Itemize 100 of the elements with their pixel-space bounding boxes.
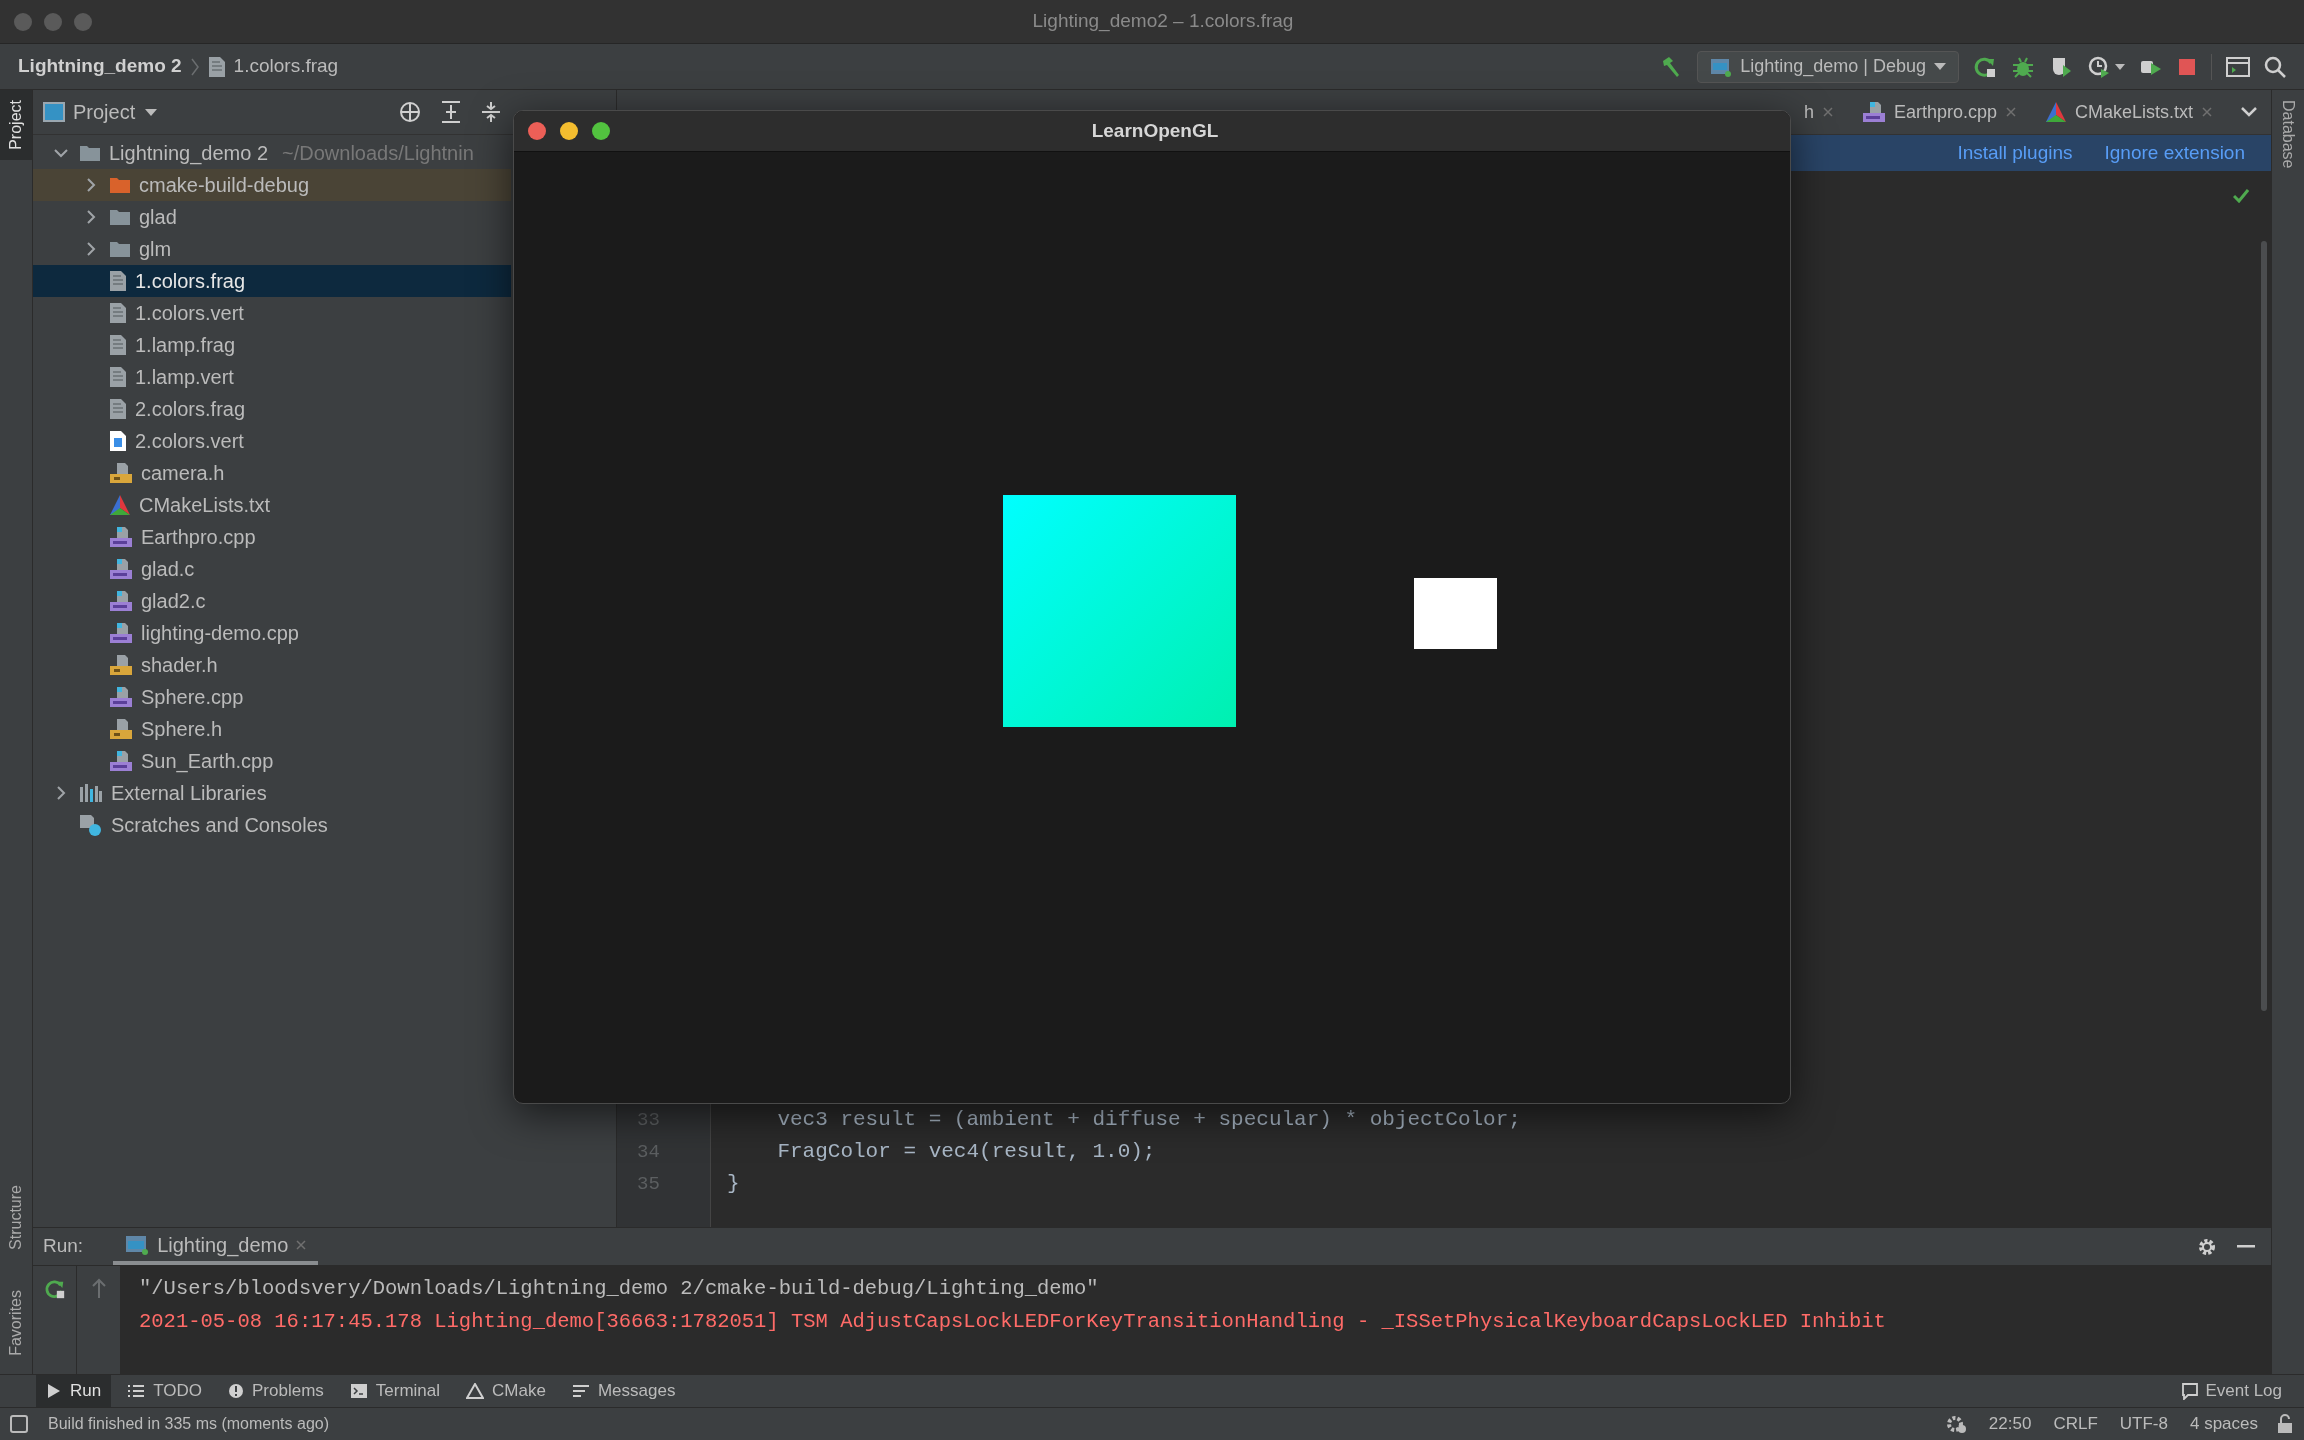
tree-item[interactable]: 1.lamp.vert [33,361,511,393]
folder-icon [109,176,131,194]
tool-window-tab[interactable]: Favorites [0,1280,32,1366]
tree-item[interactable]: 1.colors.frag [33,265,511,297]
tool-window-tab[interactable]: CMake [456,1375,556,1407]
app-icon [1710,56,1733,77]
banner-link[interactable]: Install plugins [1957,138,2073,168]
file-name: glad.c [141,557,195,582]
tree-item[interactable]: Earthpro.cpp [33,521,511,553]
breadcrumb-item[interactable]: 1.colors.frag [233,52,339,81]
tool-window-tab[interactable]: Terminal [339,1375,451,1407]
status-item[interactable]: 4 spaces [2189,1411,2258,1437]
tree-item[interactable]: camera.h [33,457,511,489]
tool-window-tab[interactable]: Messages [561,1375,686,1407]
app-icon [125,1233,150,1256]
tool-window-tab[interactable]: Problems [218,1375,334,1407]
terminal-window-icon[interactable] [2226,55,2250,78]
tree-item[interactable]: cmake-build-debug [33,169,511,201]
tree-item[interactable]: Lightning_demo 2 ~/Downloads/Lightnin [33,137,511,169]
tree-item[interactable]: lighting-demo.cpp [33,617,511,649]
caret-icon[interactable] [2115,63,2125,70]
file-name: lighting-demo.cpp [141,621,299,646]
console-line: "/Users/bloodsvery/Downloads/Lightning_demo 2/cmake-build-debug/Lighting_demo" [139,1276,1100,1302]
source-file-icon [109,558,133,580]
rerun-icon[interactable] [43,1278,66,1300]
file-name: Sun_Earth.cpp [141,749,274,775]
tool-window-tab[interactable]: Structure [0,1175,32,1261]
file-name: camera.h [141,461,225,486]
tree-item[interactable]: CMakeLists.txt [33,489,511,521]
header-file-icon [109,718,133,740]
tree-item[interactable]: Sphere.cpp [33,681,511,713]
file-icon [109,302,127,324]
tool-window-tab[interactable]: TODO [117,1375,212,1407]
file-name: glad2.c [141,589,206,614]
panel-toggle-icon[interactable] [10,1415,28,1433]
zoom-button[interactable] [592,122,610,140]
tree-item[interactable]: glad [33,201,511,233]
editor-tab[interactable]: CMakeLists.txt [2030,90,2227,134]
library-icon [79,783,103,803]
tree-item[interactable]: Sun_Earth.cpp [33,745,511,777]
tree-item[interactable]: glad.c [33,553,511,585]
source-file-icon [109,750,133,772]
lines-icon [571,1384,590,1398]
tree-item[interactable]: shader.h [33,649,511,681]
breadcrumb-item[interactable]: Lightning_demo 2 [18,52,182,81]
file-name: 2.colors.vert [135,429,244,454]
project-view-dropdown[interactable]: Project [73,97,158,127]
file-icon [109,398,127,420]
expand-all-icon[interactable] [440,100,462,124]
tree-item[interactable]: glad2.c [33,585,511,617]
triangle-icon [2044,101,2067,123]
file-name: Lightning_demo 2 [109,141,268,167]
folder-icon [109,240,131,258]
file-name: Sphere.h [141,717,223,742]
file-name: shader.h [141,653,218,678]
tree-item[interactable]: 2.colors.frag [33,393,511,425]
tree-item[interactable]: 1.lamp.frag [33,329,511,361]
locate-icon[interactable] [398,100,422,124]
breadcrumb-separator-icon [189,56,200,77]
status-item[interactable]: 22:50 [1988,1411,2032,1437]
status-item[interactable]: CRLF [2053,1411,2098,1437]
event-log-button[interactable]: Event Log [2181,1375,2304,1407]
speech-bubble-icon [2181,1382,2200,1400]
chevron-down-icon[interactable] [2241,107,2257,117]
tree-item[interactable]: glm [33,233,511,265]
run-configuration-dropdown[interactable]: Lighting_demo | Debug [1697,50,1959,83]
file-name: Earthpro.cpp [141,525,256,550]
editor-tab[interactable]: Earthpro.cpp [1847,90,2031,134]
editor-tab[interactable]: h [1789,90,1848,134]
tree-item[interactable]: 1.colors.vert [33,297,511,329]
terminal-icon [349,1383,368,1399]
source-file-icon [109,526,133,548]
tool-window-tab[interactable]: Run [36,1375,112,1407]
file-name: Sphere.cpp [141,685,244,710]
stop-icon[interactable] [2177,56,2197,77]
settings-icon[interactable] [2197,1236,2217,1257]
file-name: CMakeLists.txt [139,493,271,518]
source-file-icon [109,686,133,708]
file-name: Scratches and Consoles [111,813,328,838]
minimize-icon[interactable] [2237,1244,2255,1249]
scrollbar[interactable] [2261,241,2267,1011]
collapse-all-icon[interactable] [480,100,502,124]
file-icon [109,366,127,388]
tree-item[interactable]: External Libraries [33,777,511,809]
gear-icon[interactable] [1944,1414,1967,1434]
file-name: External Libraries [111,781,267,806]
source-file-icon [1861,101,1886,123]
status-item[interactable]: UTF-8 [2119,1411,2168,1437]
close-button[interactable] [528,122,546,140]
tree-item[interactable]: Scratches and Consoles [33,809,511,841]
minimize-button[interactable] [560,122,578,140]
file-name: 1.colors.frag [135,269,246,294]
lock-icon[interactable] [2276,1414,2294,1434]
tree-item[interactable]: Sphere.h [33,713,511,745]
search-icon[interactable] [2264,55,2286,78]
clock-icon[interactable] [2087,54,2111,79]
tool-window-tab[interactable]: Database [2272,90,2304,179]
banner-link[interactable]: Ignore extension [2104,138,2245,168]
tree-item[interactable]: 2.colors.vert [33,425,511,457]
tool-window-tab[interactable]: Project [0,90,32,160]
